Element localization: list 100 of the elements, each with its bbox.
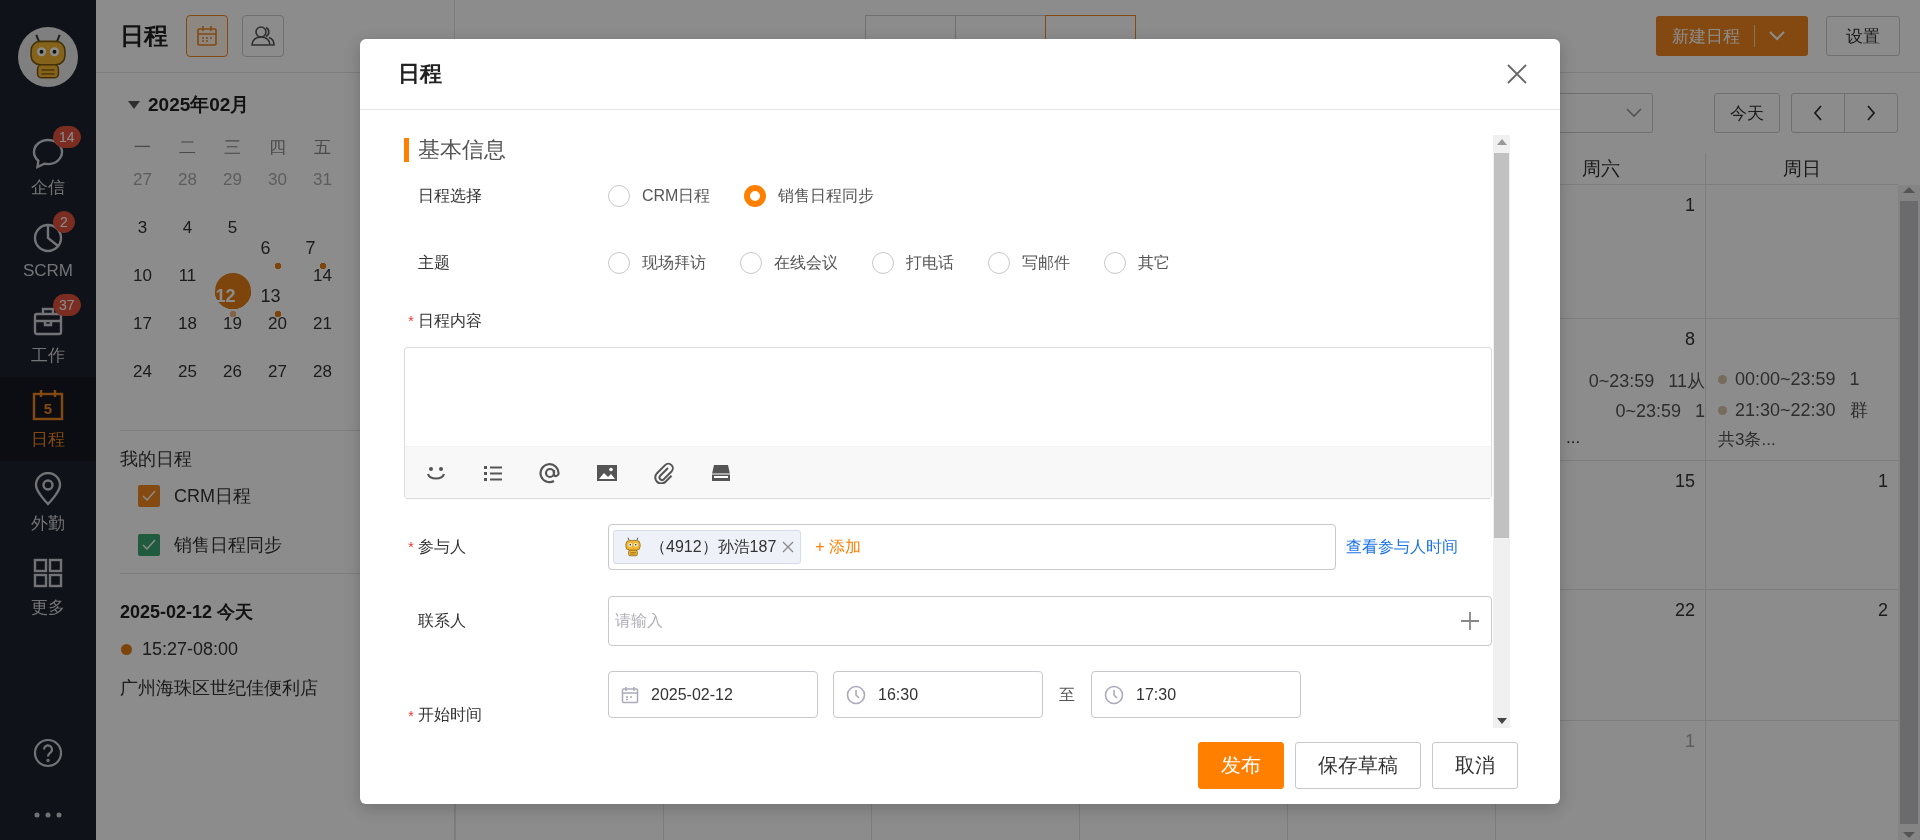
- event-title[interactable]: 1: [1695, 401, 1705, 422]
- more-icon[interactable]: [34, 812, 62, 818]
- calendar-day[interactable]: 25: [169, 354, 206, 400]
- radio-option[interactable]: 销售日程同步: [744, 185, 875, 207]
- nav-item[interactable]: 外勤: [0, 461, 96, 545]
- date-field[interactable]: 2025-02-12: [608, 671, 818, 718]
- help-icon[interactable]: [33, 738, 63, 768]
- radio-option[interactable]: 打电话: [872, 252, 954, 274]
- event-title[interactable]: 11从: [1668, 369, 1705, 393]
- required-mark: *: [407, 707, 415, 724]
- radio-button[interactable]: [740, 252, 762, 274]
- radio-button[interactable]: [1104, 252, 1126, 274]
- scrollbar[interactable]: [1898, 185, 1920, 840]
- scroll-up-arrow-icon[interactable]: [1902, 185, 1916, 195]
- caret-down-icon[interactable]: [128, 100, 140, 110]
- event-title[interactable]: 群: [1849, 398, 1868, 422]
- nav-item[interactable]: 37 工作: [0, 293, 96, 377]
- radio-option[interactable]: CRM日程: [608, 185, 711, 207]
- radio-option[interactable]: 在线会议: [740, 252, 838, 274]
- end-time-field[interactable]: 17:30: [1091, 671, 1301, 718]
- add-participant-link[interactable]: + 添加: [815, 536, 862, 558]
- people-icon: [251, 25, 275, 47]
- event-time[interactable]: 0~23:59: [1588, 370, 1655, 392]
- radio-button[interactable]: [744, 185, 767, 207]
- event-dot: [121, 644, 132, 655]
- at-sign-icon[interactable]: [539, 461, 561, 484]
- calendar-checkbox[interactable]: CRM日程: [138, 471, 251, 520]
- people-view-button[interactable]: [242, 15, 284, 57]
- chevron-down-icon: [1769, 31, 1785, 41]
- participants-field[interactable]: （4912）孙浩187 + 添加: [608, 524, 1336, 570]
- calendar-day[interactable]: 24: [124, 354, 161, 400]
- calendar-view-button[interactable]: [186, 15, 228, 57]
- chevron-down-icon: [1626, 108, 1642, 118]
- page-title: 日程: [120, 21, 168, 51]
- field-label: 主题: [418, 252, 450, 273]
- count-badge: 14: [53, 125, 81, 148]
- close-icon[interactable]: [782, 541, 795, 553]
- paperclip-icon[interactable]: [653, 461, 675, 484]
- radio-button[interactable]: [608, 185, 630, 207]
- required-mark: *: [407, 539, 415, 555]
- next-button[interactable]: [1844, 93, 1898, 133]
- count-badge: 2: [53, 211, 75, 233]
- section-title: 基本信息: [418, 136, 506, 164]
- more-events-link[interactable]: 共3条...: [1718, 428, 1888, 451]
- field-label: 开始时间: [418, 705, 482, 725]
- calendar-day[interactable]: 10: [124, 258, 161, 304]
- weekday-label: 四: [268, 137, 287, 159]
- contact-field[interactable]: 请输入: [608, 596, 1492, 646]
- event-time[interactable]: 21:30~22:30: [1735, 399, 1836, 421]
- field-label: 参与人: [418, 536, 466, 557]
- check-icon: [142, 489, 156, 502]
- checkbox[interactable]: [138, 533, 160, 556]
- calendar-day[interactable]: 26: [214, 354, 251, 400]
- calendar-day[interactable]: 18: [169, 306, 206, 352]
- checkbox[interactable]: [138, 484, 160, 507]
- calendar-day[interactable]: 5: [214, 210, 251, 256]
- scrollbar-thumb[interactable]: [1900, 201, 1918, 824]
- calendar-day[interactable]: 4: [169, 210, 206, 256]
- view-participant-time-link[interactable]: 查看参与人时间: [1346, 536, 1458, 558]
- event-time[interactable]: 0~23:59: [1615, 401, 1681, 422]
- count-badge: 37: [53, 293, 81, 316]
- section-title: 我的日程: [120, 448, 193, 471]
- radio-option[interactable]: 现场拜访: [608, 252, 706, 274]
- nav-item[interactable]: 更多: [0, 545, 96, 629]
- calendar-day[interactable]: 3: [124, 210, 161, 256]
- weekday-label: 二: [178, 137, 197, 159]
- event-time[interactable]: 00:00~23:59: [1735, 369, 1836, 390]
- event-title[interactable]: 广州海珠区世纪佳便利店: [120, 676, 318, 700]
- settings-button[interactable]: 设置: [1826, 16, 1900, 56]
- calendar-day[interactable]: 11: [169, 258, 206, 304]
- calendar-checkbox[interactable]: 销售日程同步: [138, 520, 282, 569]
- date-number: 8: [1685, 329, 1695, 351]
- weekday-header: 周日: [1783, 156, 1821, 181]
- scrollbar[interactable]: [1493, 135, 1510, 728]
- today-button[interactable]: 今天: [1714, 93, 1780, 133]
- calendar-day[interactable]: 17: [124, 306, 161, 352]
- save-draft-button[interactable]: 保存草稿: [1295, 742, 1421, 789]
- calendar-day[interactable]: 28: [304, 354, 341, 400]
- more-events-link[interactable]: ...: [1566, 428, 1581, 448]
- close-icon[interactable]: [1506, 63, 1528, 85]
- date-number: 1: [1685, 195, 1695, 217]
- calendar-day[interactable]: 27: [259, 354, 296, 400]
- date-number: 15: [1674, 471, 1695, 493]
- participant-chip[interactable]: （4912）孙浩187: [613, 530, 802, 564]
- dialog-title: 日程: [398, 60, 442, 88]
- radio-option[interactable]: 写邮件: [988, 252, 1070, 274]
- nav-item[interactable]: 14 企信: [0, 125, 96, 209]
- event-title[interactable]: 1: [1849, 369, 1860, 390]
- calendar-day[interactable]: 21: [304, 306, 341, 352]
- scrollbar-thumb[interactable]: [1494, 153, 1509, 538]
- nav-item[interactable]: 2 SCRM: [0, 209, 96, 293]
- plus-icon[interactable]: [1460, 611, 1480, 631]
- radio-button[interactable]: [608, 252, 630, 274]
- radio-button[interactable]: [872, 252, 894, 274]
- radio-option[interactable]: 其它: [1104, 252, 1170, 274]
- start-time-field[interactable]: 16:30: [833, 671, 1043, 718]
- radio-button[interactable]: [988, 252, 1010, 274]
- nav-item[interactable]: 5 日程: [0, 377, 96, 461]
- cancel-button[interactable]: 取消: [1432, 742, 1518, 789]
- previous-button[interactable]: [1791, 93, 1845, 133]
